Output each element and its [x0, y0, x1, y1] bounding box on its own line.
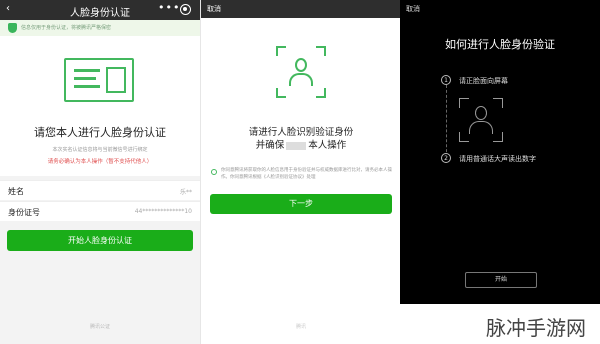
next-step-button[interactable]: 下一步 — [210, 194, 392, 214]
privacy-notice-text: 信息仅用于身份认证，将被腾讯严格保密 — [21, 25, 112, 31]
heading-prefix: 并确保 — [255, 140, 285, 151]
footer-text: 腾讯公证 — [89, 324, 110, 330]
cancel-link[interactable]: 取消 — [406, 4, 420, 14]
masked-name — [286, 141, 307, 150]
step-1-text: 请正脸面向屏幕 — [459, 77, 508, 85]
more-dots-icon[interactable]: ••• — [158, 1, 180, 14]
footer-text: 腾讯 — [295, 324, 306, 330]
face-verify-guide-panel: 取消 如何进行人脸身份验证 1 请正脸面向屏幕 2 请用普通话大声读出数字 开始… — [400, 0, 600, 344]
id-number-row: 身份证号 44**************10 — [0, 201, 200, 221]
privacy-notice: 信息仅用于身份认证，将被腾讯严格保密 — [0, 20, 200, 36]
cancel-link[interactable]: 取消 — [207, 4, 221, 14]
watermark: 脉冲手游网 — [486, 316, 586, 340]
shield-icon — [8, 23, 17, 33]
face-scan-icon — [276, 46, 326, 98]
step-1-badge: 1 — [441, 75, 451, 85]
start-face-auth-button[interactable]: 开始人脸身份认证 — [7, 230, 193, 251]
step-2-badge: 2 — [441, 153, 451, 163]
top-bar: ‹ 人脸身份认证 ••• — [0, 0, 200, 20]
start-button[interactable]: 开始 — [465, 272, 537, 288]
auth-warning: 请务必确认为本人操作（暂不支持代他人） — [47, 159, 153, 165]
id-number-label: 身份证号 — [8, 208, 40, 217]
agreement-checkbox[interactable] — [211, 169, 217, 175]
step-connector — [446, 80, 447, 162]
verify-heading-line2: 并确保 本人操作 — [201, 137, 401, 151]
face-verify-intro-panel: 取消 请进行人脸识别验证身份 并确保 本人操作 你同意腾讯将获取你的人脸信息用于身… — [200, 0, 401, 344]
id-card-icon — [64, 58, 134, 102]
id-number-value: 44**************10 — [134, 208, 192, 215]
name-row: 姓名 乐** — [0, 180, 200, 200]
target-icon[interactable] — [180, 4, 191, 15]
face-frame-icon — [459, 98, 503, 142]
top-bar: 取消 — [201, 0, 401, 18]
name-label: 姓名 — [8, 187, 24, 196]
identity-auth-panel: ‹ 人脸身份认证 ••• 信息仅用于身份认证，将被腾讯严格保密 请您本人进行人脸… — [0, 0, 200, 344]
heading-suffix: 本人操作 — [308, 140, 347, 151]
hero-section: 请您本人进行人脸身份认证 本次实名认证信息将与当前微信号进行绑定 请务必确认为本… — [0, 36, 200, 176]
auth-heading: 请您本人进行人脸身份认证 — [34, 126, 166, 139]
verify-heading-line1: 请进行人脸识别验证身份 — [248, 127, 354, 138]
guide-title: 如何进行人脸身份验证 — [445, 38, 555, 51]
agreement-text: 你同意腾讯将获取你的人脸信息用于身份验证并与权威数据库进行比对，请务必本人操作。… — [221, 168, 392, 180]
step-2-text: 请用普通话大声读出数字 — [459, 155, 536, 163]
auth-description: 本次实名认证信息将与当前微信号进行绑定 — [52, 147, 148, 153]
name-value: 乐** — [179, 189, 192, 196]
